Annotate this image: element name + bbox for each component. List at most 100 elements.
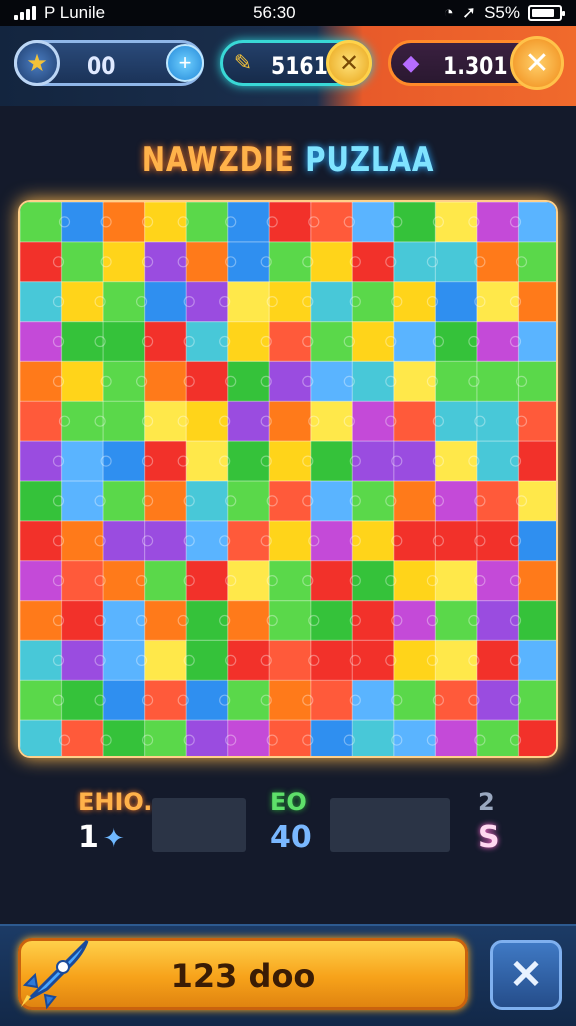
puzzle-piece[interactable]	[61, 241, 104, 283]
puzzle-piece[interactable]	[518, 560, 559, 602]
puzzle-piece[interactable]	[103, 680, 146, 721]
puzzle-piece[interactable]	[518, 720, 559, 758]
puzzle-piece[interactable]	[435, 361, 478, 402]
puzzle-piece[interactable]	[476, 321, 519, 362]
puzzle-piece[interactable]	[352, 441, 395, 482]
puzzle-piece[interactable]	[518, 361, 559, 402]
puzzle-piece[interactable]	[227, 241, 270, 283]
puzzle-piece[interactable]	[310, 720, 353, 758]
puzzle-piece[interactable]	[310, 281, 353, 323]
puzzle-piece[interactable]	[144, 202, 187, 243]
puzzle-piece[interactable]	[144, 241, 187, 283]
puzzle-piece[interactable]	[269, 560, 312, 602]
puzzle-piece[interactable]	[103, 241, 146, 283]
puzzle-piece[interactable]	[518, 202, 559, 243]
star-counter[interactable]: ★ 00 +	[14, 40, 204, 86]
puzzle-board-canvas[interactable]	[20, 202, 558, 758]
puzzle-piece[interactable]	[518, 241, 559, 283]
puzzle-piece[interactable]	[476, 680, 519, 721]
puzzle-piece[interactable]	[144, 640, 187, 681]
puzzle-piece[interactable]	[20, 321, 62, 362]
puzzle-piece[interactable]	[352, 202, 395, 243]
puzzle-piece[interactable]	[518, 401, 559, 442]
puzzle-piece[interactable]	[269, 441, 312, 482]
puzzle-piece[interactable]	[144, 560, 187, 602]
puzzle-piece[interactable]	[186, 560, 229, 602]
puzzle-piece[interactable]	[227, 640, 270, 681]
puzzle-piece[interactable]	[186, 202, 229, 243]
puzzle-piece[interactable]	[393, 401, 436, 442]
puzzle-piece[interactable]	[186, 441, 229, 482]
puzzle-piece[interactable]	[20, 600, 62, 641]
puzzle-piece[interactable]	[393, 720, 436, 758]
puzzle-piece[interactable]	[393, 520, 436, 562]
puzzle-piece[interactable]	[61, 361, 104, 402]
puzzle-piece[interactable]	[269, 202, 312, 243]
puzzle-piece[interactable]	[20, 520, 62, 562]
puzzle-piece[interactable]	[144, 600, 187, 641]
puzzle-piece[interactable]	[393, 202, 436, 243]
puzzle-piece[interactable]	[310, 600, 353, 641]
puzzle-piece[interactable]	[352, 640, 395, 681]
puzzle-piece[interactable]	[144, 481, 187, 522]
puzzle-piece[interactable]	[269, 281, 312, 323]
puzzle-piece[interactable]	[61, 481, 104, 522]
puzzle-piece[interactable]	[269, 640, 312, 681]
puzzle-piece[interactable]	[518, 481, 559, 522]
puzzle-piece[interactable]	[310, 441, 353, 482]
puzzle-piece[interactable]	[518, 281, 559, 323]
puzzle-piece[interactable]	[186, 241, 229, 283]
puzzle-piece[interactable]	[103, 600, 146, 641]
puzzle-piece[interactable]	[61, 202, 104, 243]
puzzle-piece[interactable]	[186, 281, 229, 323]
puzzle-piece[interactable]	[20, 401, 62, 442]
puzzle-piece[interactable]	[20, 481, 62, 522]
puzzle-piece[interactable]	[103, 281, 146, 323]
puzzle-piece[interactable]	[103, 401, 146, 442]
close-button[interactable]: ✕	[490, 940, 562, 1010]
puzzle-piece[interactable]	[186, 401, 229, 442]
puzzle-piece[interactable]	[103, 640, 146, 681]
puzzle-piece[interactable]	[103, 481, 146, 522]
puzzle-piece[interactable]	[476, 720, 519, 758]
puzzle-piece[interactable]	[269, 321, 312, 362]
puzzle-piece[interactable]	[20, 720, 62, 758]
puzzle-piece[interactable]	[435, 520, 478, 562]
puzzle-piece[interactable]	[393, 481, 436, 522]
coin-add-icon[interactable]: ✕	[326, 40, 372, 86]
puzzle-piece[interactable]	[269, 600, 312, 641]
puzzle-piece[interactable]	[435, 640, 478, 681]
puzzle-piece[interactable]	[227, 441, 270, 482]
puzzle-piece[interactable]	[144, 520, 187, 562]
puzzle-piece[interactable]	[227, 600, 270, 641]
puzzle-piece[interactable]	[61, 640, 104, 681]
puzzle-piece[interactable]	[518, 680, 559, 721]
puzzle-piece[interactable]	[144, 680, 187, 721]
puzzle-piece[interactable]	[352, 560, 395, 602]
puzzle-piece[interactable]	[310, 361, 353, 402]
puzzle-piece[interactable]	[61, 520, 104, 562]
puzzle-piece[interactable]	[144, 321, 187, 362]
puzzle-piece[interactable]	[61, 680, 104, 721]
puzzle-piece[interactable]	[227, 680, 270, 721]
puzzle-piece[interactable]	[269, 680, 312, 721]
puzzle-piece[interactable]	[227, 361, 270, 402]
puzzle-piece[interactable]	[227, 520, 270, 562]
puzzle-piece[interactable]	[186, 680, 229, 721]
puzzle-piece[interactable]	[269, 401, 312, 442]
puzzle-piece[interactable]	[435, 680, 478, 721]
puzzle-piece[interactable]	[103, 202, 146, 243]
puzzle-piece[interactable]	[352, 321, 395, 362]
puzzle-piece[interactable]	[435, 281, 478, 323]
puzzle-piece[interactable]	[352, 680, 395, 721]
puzzle-piece[interactable]	[352, 401, 395, 442]
play-button[interactable]: 123 doo	[18, 938, 468, 1010]
puzzle-piece[interactable]	[20, 281, 62, 323]
puzzle-piece[interactable]	[186, 361, 229, 402]
puzzle-piece[interactable]	[310, 202, 353, 243]
puzzle-piece[interactable]	[435, 720, 478, 758]
puzzle-piece[interactable]	[227, 281, 270, 323]
puzzle-piece[interactable]	[310, 321, 353, 362]
puzzle-piece[interactable]	[352, 600, 395, 641]
puzzle-piece[interactable]	[269, 361, 312, 402]
